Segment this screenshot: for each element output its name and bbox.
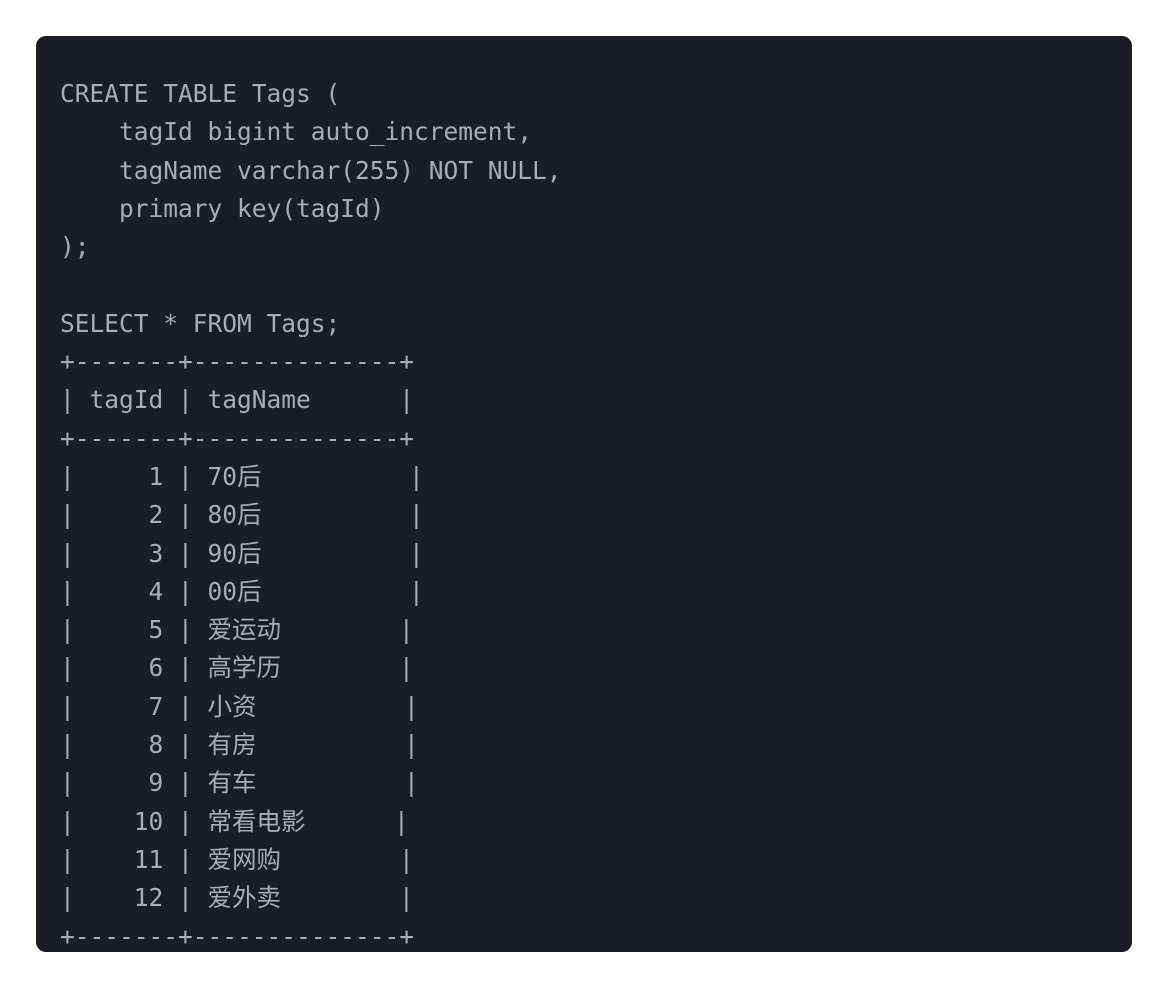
table-border-line: +-------+--------------+ [60,921,415,951]
code-line: primary key(tagId) [60,193,385,223]
code-line: ); [60,232,90,262]
code-block: CREATE TABLE Tags ( tagId bigint auto_in… [36,36,1132,952]
